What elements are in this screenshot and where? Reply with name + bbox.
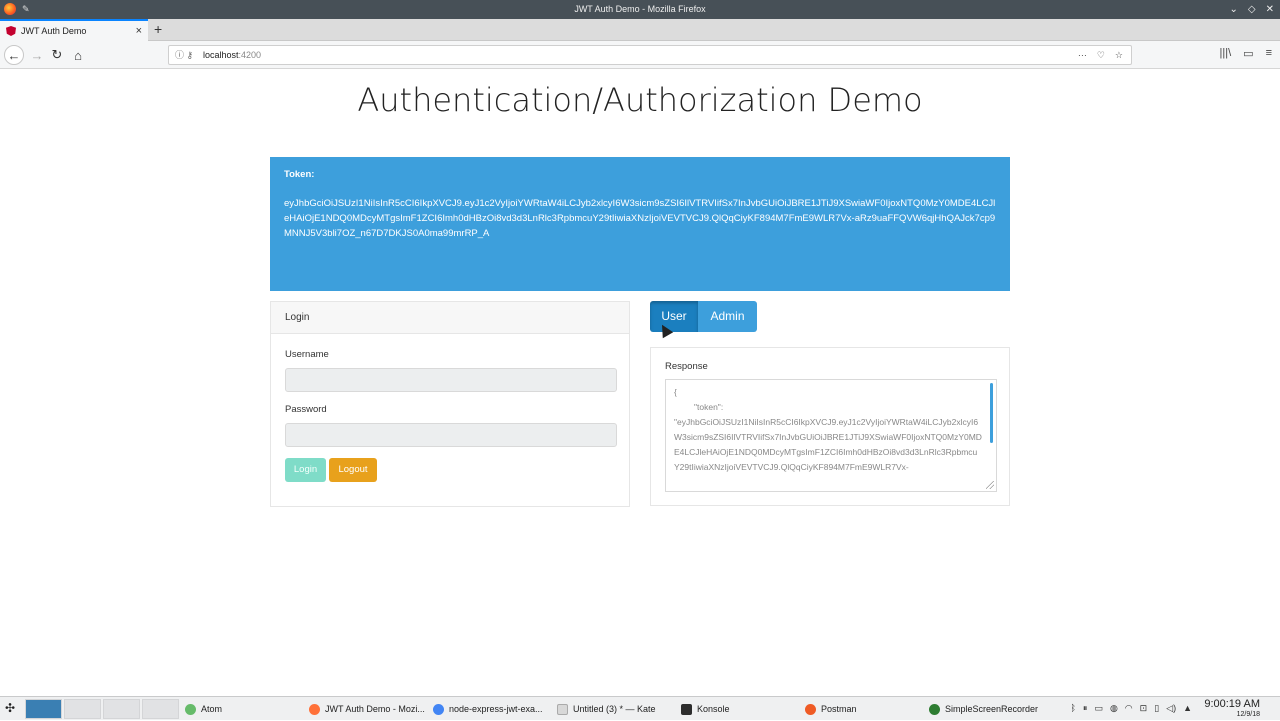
- password-label: Password: [285, 404, 327, 415]
- resize-handle-icon[interactable]: [986, 481, 994, 489]
- clipboard-icon[interactable]: ▯: [1154, 703, 1159, 714]
- taskbar-item-chrome[interactable]: node-express-jwt-exa...: [433, 697, 543, 721]
- taskbar-label: JWT Auth Demo - Mozi...: [325, 704, 425, 714]
- bluetooth-icon[interactable]: ᛒ: [1071, 703, 1076, 714]
- tab-label: JWT Auth Demo: [21, 26, 87, 36]
- taskbar-item-atom[interactable]: Atom: [185, 697, 222, 721]
- atom-icon: [185, 703, 196, 715]
- taskbar-item-simplescreenrecorder[interactable]: SimpleScreenRecorder: [929, 697, 1038, 721]
- page-actions-icon[interactable]: ···: [1078, 46, 1087, 64]
- kate-icon: [557, 703, 568, 715]
- taskbar-item-konsole[interactable]: Konsole: [681, 697, 730, 721]
- forward-button[interactable]: →: [28, 46, 46, 64]
- volume-icon[interactable]: ◁): [1166, 703, 1176, 714]
- login-button[interactable]: Login: [285, 458, 326, 482]
- tab-jwt-auth-demo[interactable]: JWT Auth Demo ×: [0, 19, 148, 41]
- taskbar-label: Konsole: [697, 704, 730, 714]
- pause-icon[interactable]: ⏸: [1083, 703, 1088, 714]
- firefox-logo-icon: [4, 3, 16, 15]
- library-icon[interactable]: |||\: [1220, 47, 1232, 60]
- login-card: Login Username Password Login Logout: [270, 301, 630, 507]
- taskbar-label: Untitled (3) * — Kate: [573, 704, 656, 714]
- url-port: :4200: [238, 50, 262, 60]
- login-card-header: Login: [271, 302, 629, 334]
- taskbar-label: SimpleScreenRecorder: [945, 704, 1039, 714]
- taskbar-item-kate[interactable]: Untitled (3) * — Kate: [557, 697, 656, 721]
- desktop-pager[interactable]: [25, 699, 179, 719]
- network-icon[interactable]: ◍: [1110, 703, 1118, 714]
- postman-icon: [805, 703, 816, 715]
- clock[interactable]: 9:00:19 AM 12/9/18: [1204, 698, 1260, 719]
- response-value: "eyJhbGciOiJSUzI1NiIsInR5cCI6IkpXVCJ9.ey…: [674, 417, 982, 472]
- taskbar-item-firefox[interactable]: JWT Auth Demo - Mozi...: [309, 697, 425, 721]
- desktop-1[interactable]: [25, 699, 62, 719]
- taskbar-label: node-express-jwt-exa...: [449, 704, 543, 714]
- navigation-bar: ← → ↻ ⌂ ⓘ ⚷ localhost:4200 ··· ♡ ☆ |||\ …: [0, 41, 1280, 69]
- taskbar: ✣ Atom JWT Auth Demo - Mozi... node-expr…: [0, 696, 1280, 720]
- clock-date: 12/9/18: [1236, 711, 1260, 718]
- username-label: Username: [285, 349, 329, 360]
- response-label: Response: [665, 361, 708, 372]
- reload-button[interactable]: ↻: [48, 46, 66, 64]
- page-title: Authentication/Authorization Demo: [357, 81, 923, 119]
- taskbar-label: Atom: [201, 704, 223, 714]
- url-host: localhost: [203, 50, 239, 60]
- new-tab-button[interactable]: +: [154, 21, 162, 37]
- screenrecorder-icon: [929, 703, 940, 715]
- system-tray: ᛒ ⏸ ▭ ◍ ◠ ⊡ ▯ ◁) ▲: [1071, 703, 1193, 714]
- taskbar-label: Postman: [821, 704, 857, 714]
- response-textarea[interactable]: { "token": "eyJhbGciOiJSUzI1NiIsInR5cCI6…: [665, 379, 997, 492]
- page-content: Authentication/Authorization Demo Token:…: [0, 69, 1280, 696]
- window-title: JWT Auth Demo - Mozilla Firefox: [574, 4, 706, 14]
- tray-expand-icon[interactable]: ▲: [1183, 703, 1192, 714]
- site-info-icon[interactable]: ⓘ ⚷: [175, 46, 193, 64]
- response-open-brace: {: [674, 387, 677, 397]
- response-scrollbar[interactable]: [990, 383, 993, 443]
- bookmark-star-icon[interactable]: ☆: [1115, 46, 1123, 64]
- window-title-bar: ✎ JWT Auth Demo - Mozilla Firefox ⌄ ◇ ✕: [0, 0, 1280, 19]
- sidebar-icon[interactable]: ▭: [1243, 47, 1253, 60]
- angular-icon: [6, 26, 16, 36]
- username-input[interactable]: [285, 368, 617, 392]
- desktop-3[interactable]: [103, 699, 140, 719]
- taskbar-item-postman[interactable]: Postman: [805, 697, 857, 721]
- konsole-icon: [681, 703, 692, 715]
- desktop-4[interactable]: [142, 699, 179, 719]
- close-window-icon[interactable]: ✕: [1266, 0, 1274, 19]
- tab-strip: JWT Auth Demo × +: [0, 19, 1280, 41]
- url-bar[interactable]: ⓘ ⚷ localhost:4200 ··· ♡ ☆: [168, 45, 1132, 65]
- admin-button[interactable]: Admin: [698, 301, 757, 332]
- close-tab-icon[interactable]: ×: [136, 25, 142, 37]
- logout-button[interactable]: Logout: [329, 458, 377, 482]
- response-key: "token":: [694, 402, 724, 412]
- desktop-2[interactable]: [64, 699, 101, 719]
- battery-icon[interactable]: ▭: [1094, 703, 1103, 714]
- lock-icon[interactable]: ⊡: [1140, 703, 1148, 714]
- token-value: eyJhbGciOiJSUzI1NiIsInR5cCI6IkpXVCJ9.eyJ…: [284, 198, 996, 239]
- back-button[interactable]: ←: [4, 45, 24, 65]
- minimize-icon[interactable]: ⌄: [1230, 0, 1238, 19]
- pocket-icon[interactable]: ♡: [1097, 46, 1105, 64]
- wifi-icon[interactable]: ◠: [1125, 703, 1133, 714]
- home-button[interactable]: ⌂: [69, 46, 87, 64]
- token-label: Token:: [284, 169, 315, 180]
- token-panel: Token: eyJhbGciOiJSUzI1NiIsInR5cCI6IkpXV…: [270, 157, 1010, 291]
- menu-icon[interactable]: ≡: [1266, 47, 1272, 60]
- maximize-icon[interactable]: ◇: [1248, 0, 1256, 19]
- clock-time: 9:00:19 AM: [1204, 698, 1260, 710]
- pin-icon[interactable]: ✎: [22, 3, 30, 15]
- chrome-icon: [433, 703, 444, 715]
- firefox-icon: [309, 703, 320, 715]
- app-launcher-icon[interactable]: ✣: [5, 701, 15, 715]
- password-input[interactable]: [285, 423, 617, 447]
- response-card: Response { "token": "eyJhbGciOiJSUzI1NiI…: [650, 347, 1010, 506]
